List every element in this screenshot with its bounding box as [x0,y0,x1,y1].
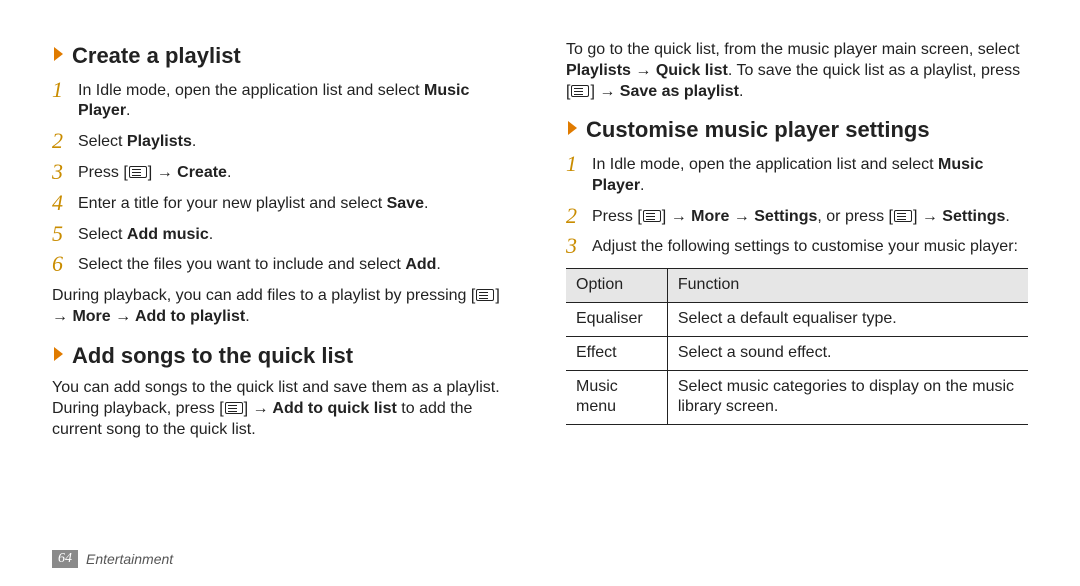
settings-table: Option Function Equaliser Select a defau… [566,268,1028,425]
cell-function: Select a sound effect. [667,336,1028,370]
menu-icon [225,402,243,414]
create-playlist-note: During playback, you can add files to a … [52,286,514,328]
step-number: 4 [52,192,78,214]
heading-quick-list: Add songs to the quick list [52,342,514,371]
step-body: In Idle mode, open the application list … [78,79,514,123]
left-column: Create a playlist 1 In Idle mode, open t… [52,38,514,544]
create-playlist-steps: 1 In Idle mode, open the application lis… [52,79,514,277]
step: 5 Select Add music. [52,223,514,246]
step-body: In Idle mode, open the application list … [592,153,1028,197]
step-number: 3 [566,235,592,257]
step-number: 1 [52,79,78,101]
menu-icon [129,166,147,178]
table-header-row: Option Function [566,269,1028,303]
step: 6 Select the files you want to include a… [52,253,514,276]
chevron-right-icon [52,42,66,71]
heading-customise-settings: Customise music player settings [566,116,1028,145]
cell-option: Music menu [566,370,667,425]
heading-text: Add songs to the quick list [72,342,353,371]
heading-text: Customise music player settings [586,116,930,145]
step: 1 In Idle mode, open the application lis… [566,153,1028,197]
table-row: Effect Select a sound effect. [566,336,1028,370]
step-body: Select Playlists. [78,130,514,153]
step-body: Enter a title for your new playlist and … [78,192,514,215]
quick-list-nav-paragraph: To go to the quick list, from the music … [566,40,1028,102]
menu-icon [643,210,661,222]
step-body: Select the files you want to include and… [78,253,514,276]
table-row: Music menu Select music categories to di… [566,370,1028,425]
page-number: 64 [52,550,78,568]
header-option: Option [566,269,667,303]
customise-steps: 1 In Idle mode, open the application lis… [566,153,1028,258]
header-function: Function [667,269,1028,303]
cell-option: Equaliser [566,302,667,336]
heading-text: Create a playlist [72,42,241,71]
cell-function: Select a default equaliser type. [667,302,1028,336]
step-body: Press [] → Create. [78,161,514,184]
step-number: 5 [52,223,78,245]
step-number: 6 [52,253,78,275]
menu-icon [476,289,494,301]
content-columns: Create a playlist 1 In Idle mode, open t… [52,38,1028,544]
step: 3 Adjust the following settings to custo… [566,235,1028,258]
step-number: 2 [566,205,592,227]
step: 3 Press [] → Create. [52,161,514,184]
quick-list-paragraph: You can add songs to the quick list and … [52,378,514,440]
menu-icon [894,210,912,222]
step-number: 3 [52,161,78,183]
step-number: 1 [566,153,592,175]
table-row: Equaliser Select a default equaliser typ… [566,302,1028,336]
chevron-right-icon [566,116,580,145]
step: 2 Select Playlists. [52,130,514,153]
chevron-right-icon [52,342,66,371]
step-body: Select Add music. [78,223,514,246]
step-number: 2 [52,130,78,152]
menu-icon [571,85,589,97]
section-label: Entertainment [86,551,173,567]
step-body: Press [] → More → Settings, or press [] … [592,205,1028,228]
step: 2 Press [] → More → Settings, or press [… [566,205,1028,228]
page-footer: 64 Entertainment [52,550,1028,568]
heading-create-playlist: Create a playlist [52,42,514,71]
step: 1 In Idle mode, open the application lis… [52,79,514,123]
step-body: Adjust the following settings to customi… [592,235,1028,258]
step: 4 Enter a title for your new playlist an… [52,192,514,215]
cell-option: Effect [566,336,667,370]
cell-function: Select music categories to display on th… [667,370,1028,425]
right-column: To go to the quick list, from the music … [566,38,1028,544]
